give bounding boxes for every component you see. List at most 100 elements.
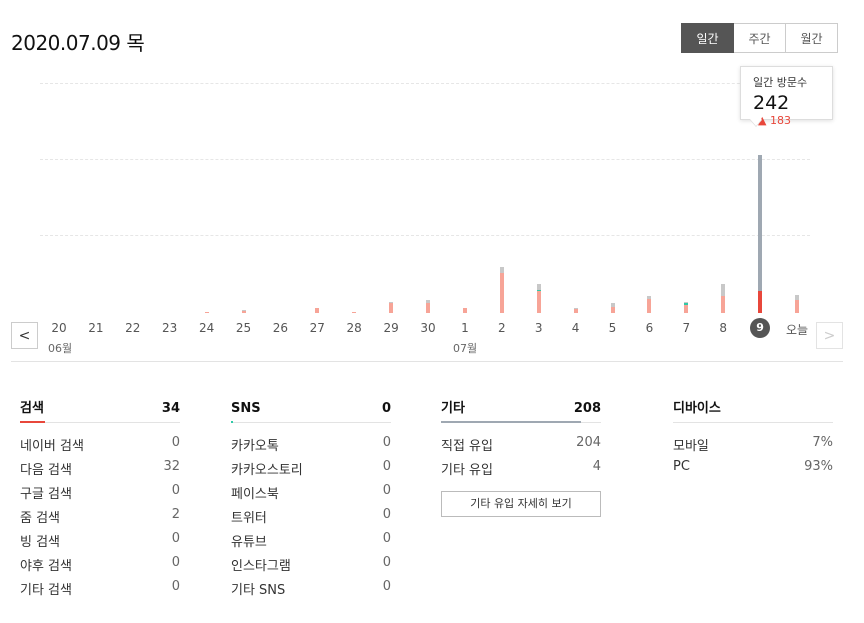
chevron-left-icon: <	[18, 327, 31, 344]
day-label[interactable]: 25	[229, 321, 259, 335]
bar[interactable]	[647, 296, 652, 313]
tooltip-delta: ▲ 183	[758, 114, 791, 127]
day-label[interactable]: 22	[118, 321, 148, 335]
stat-row: PC 93%	[673, 459, 833, 483]
stat-row-name: 모바일	[673, 439, 709, 454]
chevron-right-icon: >	[823, 327, 836, 344]
stat-row: 빙 검색 0	[20, 531, 180, 555]
search-share-bar	[20, 421, 45, 423]
day-label[interactable]: 27	[302, 321, 332, 335]
stat-row: 트위터 0	[231, 507, 391, 531]
stat-row: 야후 검색 0	[20, 555, 180, 579]
day-label[interactable]: 6	[634, 321, 664, 335]
stat-row-name: 기타 SNS	[231, 583, 286, 598]
bar-segment-검색	[462, 308, 467, 313]
stat-row-name: 야후 검색	[20, 559, 72, 574]
stat-row-value: 0	[382, 555, 391, 570]
stat-row-value: 32	[163, 459, 180, 474]
day-label[interactable]: 7	[671, 321, 701, 335]
stat-row: 기타 SNS 0	[231, 579, 391, 603]
bar[interactable]	[426, 299, 430, 313]
stat-row-value: 0	[382, 579, 391, 594]
day-label[interactable]: 23	[155, 321, 185, 335]
bar-segment-검색	[352, 311, 357, 313]
stat-row: 페이스북 0	[231, 483, 391, 507]
prev-button[interactable]: <	[11, 322, 38, 349]
stat-row: 모바일 7%	[673, 435, 833, 459]
bar-segment-검색	[573, 309, 578, 313]
month-label: 06월	[48, 342, 73, 355]
stat-row-name: 네이버 검색	[20, 439, 84, 454]
gridline	[40, 83, 810, 84]
day-label[interactable]: 30	[413, 321, 443, 335]
bar[interactable]	[684, 301, 689, 313]
day-label[interactable]: 28	[339, 321, 369, 335]
selected-day-label[interactable]: 9	[750, 318, 771, 338]
stat-row-value: 204	[576, 435, 601, 450]
bar[interactable]	[536, 283, 541, 313]
day-label[interactable]: 24	[192, 321, 222, 335]
other-stats: 기타 208 직접 유입 204 기타 유입 4 기타 유입 자세히 보기	[441, 393, 601, 517]
bar-segment-검색	[758, 290, 763, 313]
tab-daily[interactable]: 일간	[681, 23, 734, 53]
day-label[interactable]: 21	[81, 321, 111, 335]
stat-row: 구글 검색 0	[20, 483, 180, 507]
bar[interactable]	[315, 308, 320, 313]
bar-segment-검색	[610, 307, 615, 313]
bar[interactable]	[758, 155, 763, 313]
stat-row-value: 93%	[804, 459, 833, 474]
day-label[interactable]: 2	[487, 321, 517, 335]
bar[interactable]	[389, 301, 394, 313]
day-label[interactable]: 4	[561, 321, 591, 335]
stat-row-value: 0	[382, 459, 391, 474]
stat-row-name: 인스타그램	[231, 559, 291, 574]
day-label[interactable]: 오늘	[782, 321, 812, 338]
next-button[interactable]: >	[816, 322, 843, 349]
date-title: 2020.07.09 목	[11, 31, 145, 55]
bar[interactable]	[462, 308, 467, 313]
month-label: 07월	[453, 342, 478, 355]
day-label[interactable]: 8	[708, 321, 738, 335]
bar-segment-검색	[684, 305, 689, 313]
tooltip-delta-value: 183	[769, 114, 791, 127]
day-label[interactable]: 1	[450, 321, 480, 335]
bar-segment-기타	[721, 283, 726, 297]
stat-row-value: 0	[171, 555, 180, 570]
day-label[interactable]: 26	[265, 321, 295, 335]
bar[interactable]	[795, 295, 799, 313]
stat-row-value: 7%	[812, 435, 833, 450]
day-label[interactable]: 20	[44, 321, 74, 335]
stat-row-value: 0	[382, 507, 391, 522]
day-label[interactable]: 29	[376, 321, 406, 335]
bar-segment-기타	[758, 155, 763, 291]
other-stats-header: 기타 208	[441, 393, 601, 423]
bar[interactable]	[204, 311, 209, 313]
sns-share-bar	[231, 421, 233, 423]
tab-weekly[interactable]: 주간	[733, 23, 786, 53]
bar-segment-검색	[204, 311, 209, 313]
bar[interactable]	[241, 310, 246, 313]
visits-chart	[0, 60, 864, 360]
stat-row-name: 기타 검색	[20, 583, 72, 598]
bar[interactable]	[499, 266, 504, 313]
sns-stats: SNS 0 카카오톡 0 카카오스토리 0 페이스북 0 트위터 0 유튜브 0 인스타그램 0 기타 …	[231, 393, 391, 603]
stat-row: 카카오톡 0	[231, 435, 391, 459]
tab-monthly[interactable]: 월간	[785, 23, 838, 53]
stat-row: 줌 검색 2	[20, 507, 180, 531]
gridline	[40, 235, 810, 236]
bar[interactable]	[352, 311, 357, 313]
stat-row-name: 페이스북	[231, 487, 279, 502]
bar-segment-검색	[499, 272, 504, 313]
other-detail-button[interactable]: 기타 유입 자세히 보기	[441, 491, 601, 517]
daily-visits-tooltip: 일간 방문수 242 ▲ 183	[740, 66, 833, 127]
bar[interactable]	[573, 308, 578, 313]
day-label[interactable]: 3	[524, 321, 554, 335]
bar-segment-검색	[241, 311, 246, 313]
day-label[interactable]: 5	[598, 321, 628, 335]
sns-stats-title: SNS	[231, 401, 261, 416]
search-stats-total: 34	[161, 401, 180, 416]
bar[interactable]	[610, 303, 615, 313]
sns-stats-total: 0	[381, 401, 391, 416]
stat-row-name: 카카오스토리	[231, 463, 303, 478]
bar[interactable]	[721, 283, 726, 313]
